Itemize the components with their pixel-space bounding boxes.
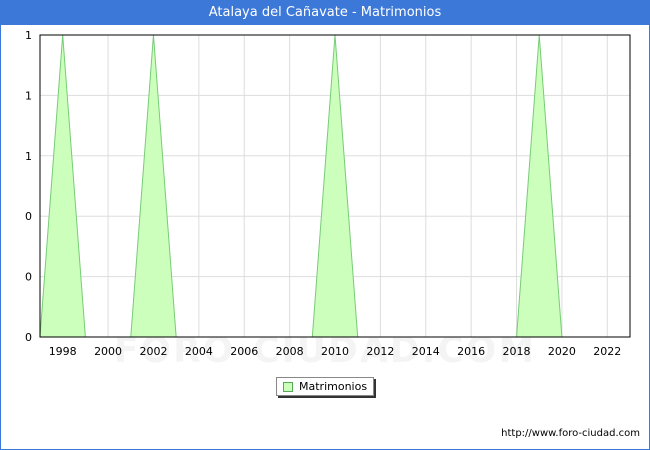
y-tick-label: 1 [25, 150, 32, 163]
x-tick-label: 2004 [185, 345, 213, 358]
x-tick-label: 2002 [139, 345, 167, 358]
x-tick-label: 2014 [412, 345, 440, 358]
legend-label: Matrimonios [299, 380, 368, 393]
y-tick-label: 1 [25, 89, 32, 102]
x-tick-label: 2010 [321, 345, 349, 358]
x-tick-label: 1998 [49, 345, 77, 358]
y-tick-label: 0 [25, 271, 32, 284]
x-tick-label: 2020 [548, 345, 576, 358]
x-tick-label: 2012 [366, 345, 394, 358]
x-tick-label: 2018 [503, 345, 531, 358]
x-tick-label: 2006 [230, 345, 258, 358]
x-tick-label: 2016 [457, 345, 485, 358]
legend-swatch [283, 382, 293, 392]
y-tick-label: 1 [25, 29, 32, 42]
source-url[interactable]: http://www.foro-ciudad.com [501, 428, 640, 439]
x-tick-label: 2000 [94, 345, 122, 358]
y-tick-label: 0 [25, 210, 32, 223]
x-tick-label: 2022 [593, 345, 621, 358]
x-tick-label: 2008 [276, 345, 304, 358]
legend: Matrimonios [276, 377, 374, 396]
y-tick-label: 0 [25, 331, 32, 344]
